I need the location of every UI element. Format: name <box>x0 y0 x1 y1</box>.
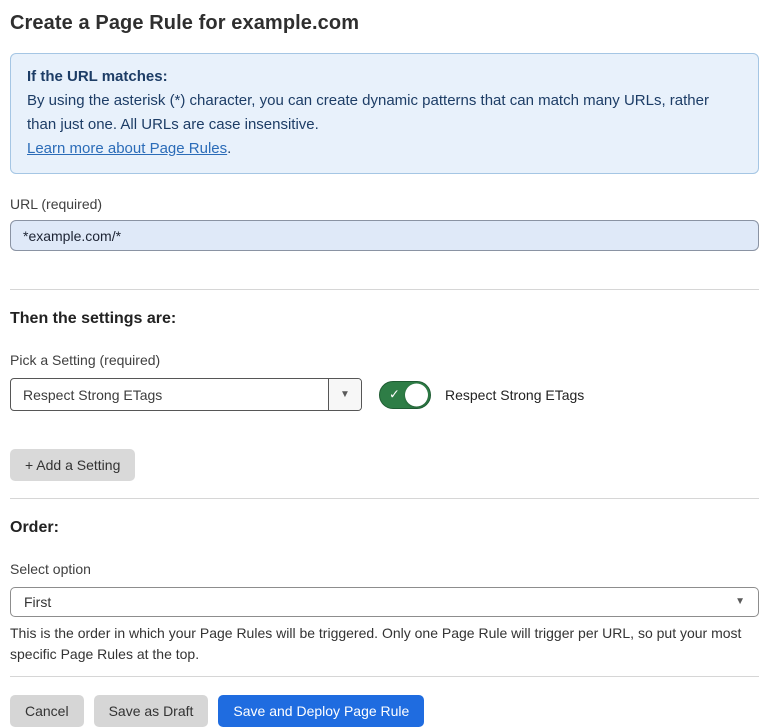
divider <box>10 498 759 499</box>
url-input[interactable] <box>10 220 759 251</box>
save-draft-button[interactable]: Save as Draft <box>94 695 209 727</box>
divider <box>10 676 759 677</box>
chevron-down-icon: ▼ <box>340 390 350 400</box>
order-section-heading: Order: <box>10 519 759 537</box>
learn-more-link[interactable]: Learn more about Page Rules <box>27 140 227 157</box>
chevron-down-icon: ▼ <box>735 597 745 607</box>
url-field-label: URL (required) <box>10 196 759 212</box>
divider <box>10 289 759 290</box>
setting-select-arrow-button[interactable]: ▼ <box>328 379 361 410</box>
setting-row: Respect Strong ETags ▼ ✓ Respect Strong … <box>10 378 759 411</box>
cancel-button[interactable]: Cancel <box>10 695 84 727</box>
page-title: Create a Page Rule for example.com <box>10 12 759 35</box>
info-box-body: By using the asterisk (*) character, you… <box>27 89 742 137</box>
setting-toggle-label: Respect Strong ETags <box>445 387 584 403</box>
setting-toggle[interactable]: ✓ <box>379 381 431 409</box>
form-actions: Cancel Save as Draft Save and Deploy Pag… <box>10 695 759 727</box>
url-match-info-box: If the URL matches: By using the asteris… <box>10 53 759 174</box>
info-box-link-line: Learn more about Page Rules. <box>27 137 742 161</box>
setting-select-value: Respect Strong ETags <box>11 379 328 410</box>
order-select-value: First <box>24 594 51 610</box>
toggle-knob <box>405 383 428 406</box>
settings-section-heading: Then the settings are: <box>10 310 759 328</box>
setting-select[interactable]: Respect Strong ETags ▼ <box>10 378 362 411</box>
setting-toggle-group: ✓ Respect Strong ETags <box>379 381 584 409</box>
info-box-heading: If the URL matches: <box>27 65 742 89</box>
order-select[interactable]: First ▼ <box>10 587 759 617</box>
order-help-text: This is the order in which your Page Rul… <box>10 623 755 665</box>
setting-picker-label: Pick a Setting (required) <box>10 352 759 368</box>
check-icon: ✓ <box>389 386 400 402</box>
link-suffix: . <box>227 140 231 157</box>
save-deploy-button[interactable]: Save and Deploy Page Rule <box>218 695 424 727</box>
order-select-label: Select option <box>10 561 759 577</box>
add-setting-button[interactable]: + Add a Setting <box>10 449 135 481</box>
